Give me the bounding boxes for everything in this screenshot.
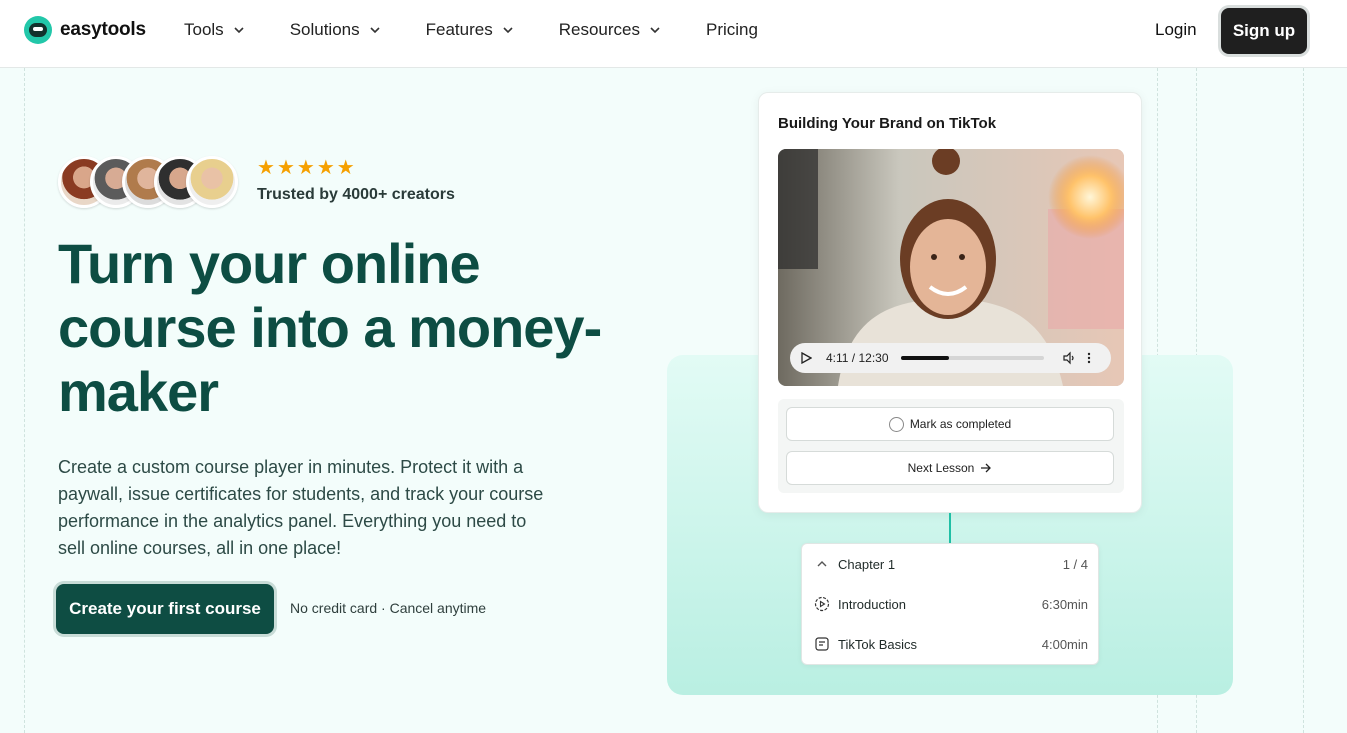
rating-stars: ★ ★ ★ ★ ★ [257,158,355,178]
nav-label: Tools [184,20,224,39]
main-nav: Tools Solutions Features Resources Prici… [184,20,758,40]
nav-item-resources[interactable]: Resources [559,20,662,40]
course-player-card: Building Your Brand on TikTok 4:11 / 12:… [758,92,1142,513]
cta-note: No credit card · Cancel anytime [290,600,487,616]
next-lesson-button[interactable]: Next Lesson [786,451,1114,485]
play-icon[interactable] [800,352,812,364]
lesson-title: Introduction [838,596,906,612]
trusted-text: Trusted by 4000+ creators [257,186,455,203]
lesson-duration: 6:30min [1041,596,1088,612]
star-icon: ★ [257,157,275,179]
arrow-right-icon [981,463,992,473]
text-lesson-icon [815,637,829,651]
lesson-actions: Mark as completed Next Lesson [778,399,1124,493]
guide-line [24,68,25,733]
brand-logo[interactable]: easytools [24,16,146,44]
guide-line [1303,68,1304,733]
logo-icon [24,16,52,44]
star-icon: ★ [316,157,335,179]
hero-subtext: Create a custom course player in minutes… [58,457,544,558]
chevron-down-icon [650,27,660,34]
lesson-title: TikTok Basics [838,636,917,652]
chevron-down-icon [503,27,513,34]
create-course-button[interactable]: Create your first course [56,584,274,634]
star-icon: ★ [296,157,315,179]
video-player[interactable]: 4:11 / 12:30 [778,149,1124,386]
login-link[interactable]: Login [1155,20,1197,40]
chapter-count: 1 / 4 [1062,556,1088,572]
connector-line [949,513,951,543]
video-lesson-icon [814,596,830,612]
lesson-item[interactable]: Introduction 6:30min [814,596,1088,612]
nav-label: Pricing [705,20,758,39]
progress-track[interactable] [900,356,1044,360]
star-icon: ★ [276,157,295,179]
nav-item-tools[interactable]: Tools [184,20,246,40]
chevron-down-icon [370,27,380,34]
nav-item-features[interactable]: Features [426,20,515,40]
mark-completed-label: Mark as completed [909,417,1012,431]
video-time: 4:11 / 12:30 [826,351,889,365]
chevron-down-icon [234,27,244,34]
volume-icon[interactable] [1062,351,1076,365]
nav-item-solutions[interactable]: Solutions [290,20,382,40]
site-header: easytools Tools Solutions Features Resou… [0,0,1347,68]
nav-label: Resources [558,20,640,39]
chapter-title: Chapter 1 [838,556,896,572]
star-icon: ★ [336,157,355,179]
chapter-panel: Chapter 1 1 / 4 Introduction 6:30min Tik… [801,543,1099,665]
nav-label: Solutions [289,20,360,39]
nav-item-pricing[interactable]: Pricing [706,20,758,40]
lesson-item[interactable]: TikTok Basics 4:00min [814,636,1088,652]
signup-button[interactable]: Sign up [1221,8,1307,54]
chevron-up-icon [817,561,827,567]
creator-avatars [58,156,238,208]
checkbox-circle-icon [888,416,904,432]
next-lesson-label: Next Lesson [907,461,975,475]
avatar [186,156,238,208]
progress-fill [900,356,950,360]
nav-label: Features [425,20,493,39]
video-controls: 4:11 / 12:30 [790,343,1111,373]
course-title: Building Your Brand on TikTok [778,115,997,132]
lesson-duration: 4:00min [1041,636,1088,652]
hero-headline: Turn your online course into a money-mak… [58,232,602,423]
more-options-icon[interactable] [1082,351,1096,365]
chapter-header[interactable]: Chapter 1 1 / 4 [814,556,1088,572]
mark-completed-button[interactable]: Mark as completed [786,407,1114,441]
brand-name: easytools [60,19,146,40]
